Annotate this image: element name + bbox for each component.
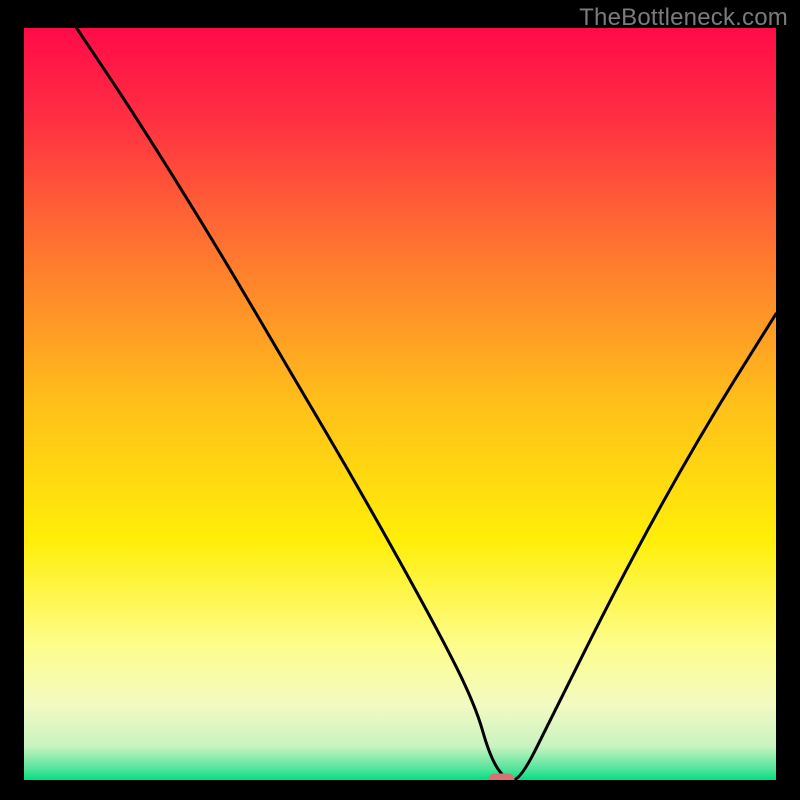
plot-area xyxy=(24,28,776,780)
chart-frame: TheBottleneck.com xyxy=(0,0,800,800)
chart-svg xyxy=(24,28,776,780)
gradient-background xyxy=(24,28,776,780)
optimal-marker xyxy=(489,774,515,781)
